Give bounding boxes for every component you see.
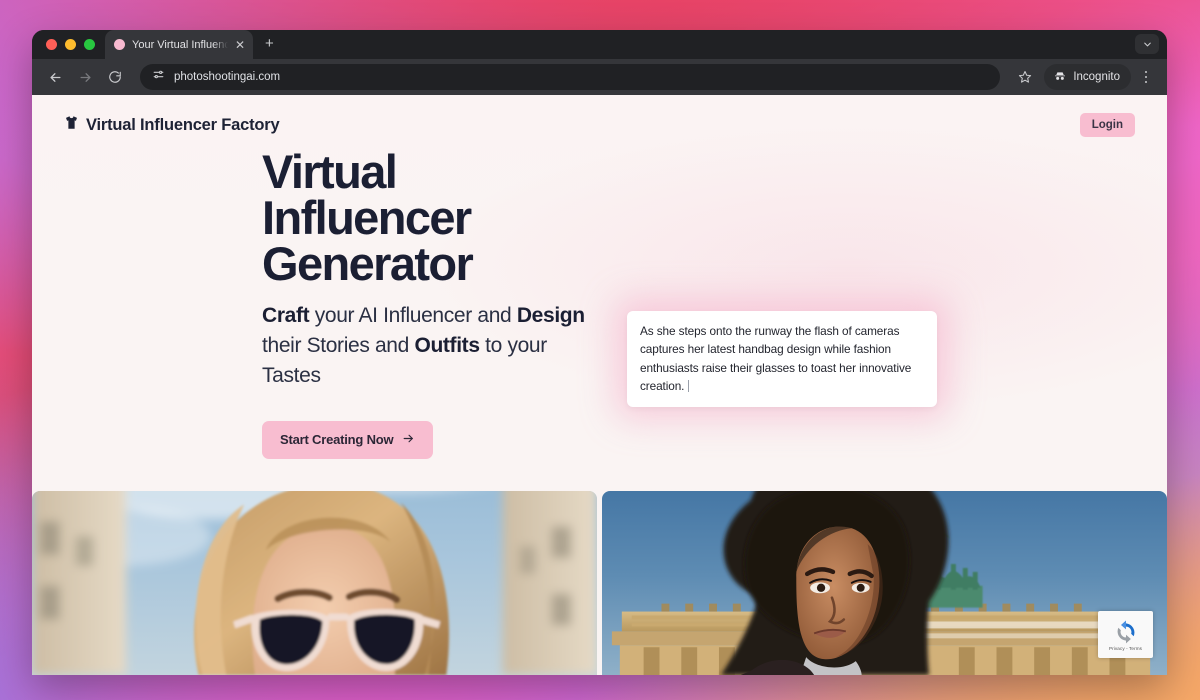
star-icon[interactable] <box>1012 64 1038 90</box>
site-header: Virtual Influencer Factory Login <box>32 95 1167 137</box>
minimize-window-button[interactable] <box>65 39 76 50</box>
reload-icon[interactable] <box>102 64 128 90</box>
hero-title-line-3: Generator <box>262 237 474 291</box>
tab-strip-right-controls <box>1135 34 1167 59</box>
close-window-button[interactable] <box>46 39 57 50</box>
brand-name: Virtual Influencer Factory <box>86 115 280 134</box>
hero-subtitle-part-0: Craft <box>262 304 310 328</box>
hero-section: Virtual Influencer Generator Craft your … <box>32 137 1167 459</box>
image-gallery: Privacy - Terms <box>32 491 1167 675</box>
window-controls[interactable] <box>42 39 105 59</box>
incognito-hat-icon <box>1053 69 1067 86</box>
recaptcha-label: Privacy - Terms <box>1108 645 1143 651</box>
gallery-image-left[interactable] <box>32 491 597 675</box>
maximize-window-button[interactable] <box>84 39 95 50</box>
gallery-image-right[interactable]: Privacy - Terms <box>602 491 1167 675</box>
chevron-down-icon[interactable] <box>1135 34 1159 54</box>
three-dot-menu-icon[interactable] <box>1135 64 1157 90</box>
close-tab-icon[interactable]: ✕ <box>235 39 245 51</box>
url-text: photoshootingai.com <box>174 71 281 83</box>
hero-title-line-1: Virtual <box>262 145 398 198</box>
prompt-text: As she steps onto the runway the flash o… <box>640 324 912 393</box>
recaptcha-icon <box>1113 619 1139 645</box>
hero-subtitle-part-2: Design <box>516 304 585 328</box>
cta-label: Start Creating Now <box>280 432 394 448</box>
hero-subtitle-part-4: Outfits <box>414 333 480 357</box>
text-caret <box>688 379 690 392</box>
browser-window: Your Virtual Influencer Factory ✕ + phot… <box>32 30 1167 675</box>
hero-title-line-2: Influencer <box>262 191 472 245</box>
address-bar[interactable]: photoshootingai.com <box>140 64 1001 90</box>
page-title: Virtual Influencer Generator <box>262 148 1135 291</box>
hero-subtitle-part-3: their Stories and <box>262 333 415 357</box>
hero-subtitle-part-1: your AI Influencer and <box>309 304 517 328</box>
incognito-indicator[interactable]: Incognito <box>1044 64 1131 90</box>
tab-title: Your Virtual Influencer Factory <box>132 38 228 51</box>
woman-brandenburg-gate-illustration <box>602 491 1167 675</box>
prompt-preview-card[interactable]: As she steps onto the runway the flash o… <box>627 311 937 408</box>
back-arrow-icon[interactable] <box>42 64 68 90</box>
prompt-text-area[interactable]: As she steps onto the runway the flash o… <box>640 322 924 395</box>
hero-subtitle: Craft your AI Influencer and Design thei… <box>262 301 607 390</box>
new-tab-button[interactable]: + <box>265 35 274 52</box>
incognito-label: Incognito <box>1073 71 1120 83</box>
login-button[interactable]: Login <box>1079 113 1135 137</box>
recaptcha-badge[interactable]: Privacy - Terms <box>1098 611 1153 658</box>
blonde-woman-sunglasses-illustration <box>32 491 597 675</box>
browser-toolbar: photoshootingai.com Incognito <box>32 59 1167 95</box>
brand-logo[interactable]: Virtual Influencer Factory <box>64 115 280 135</box>
browser-tab[interactable]: Your Virtual Influencer Factory ✕ <box>105 30 253 59</box>
start-creating-button[interactable]: Start Creating Now <box>262 420 434 459</box>
tab-favicon-icon <box>114 39 125 50</box>
forward-arrow-icon[interactable] <box>72 64 98 90</box>
tshirt-icon <box>64 115 79 135</box>
tune-sliders-icon[interactable] <box>152 68 165 86</box>
webpage-viewport: Virtual Influencer Factory Login Virtual… <box>32 95 1167 675</box>
browser-tab-strip: Your Virtual Influencer Factory ✕ + <box>32 30 1167 59</box>
arrow-right-icon <box>402 432 415 448</box>
